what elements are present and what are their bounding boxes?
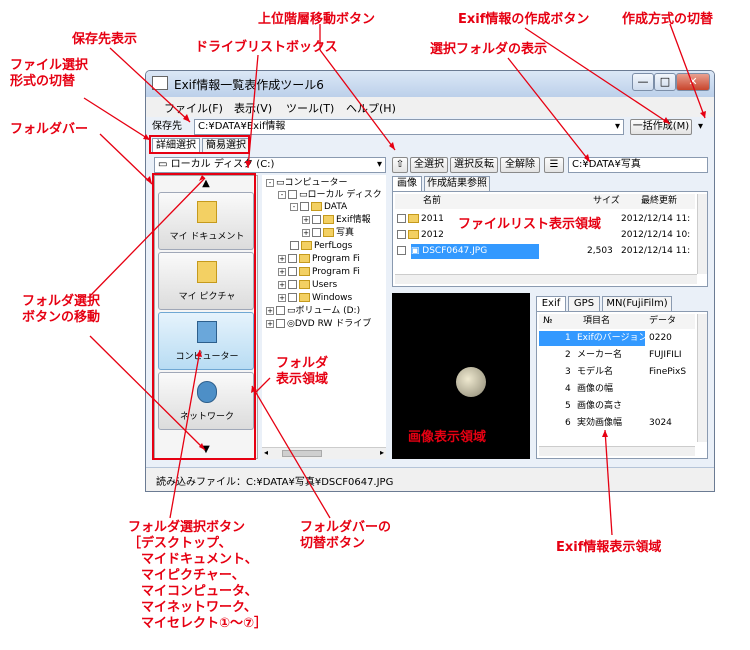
label-folder-select-btn: フォルダ選択ボタン ［デスクトップ、 マイドキュメント、 マイピクチャー、 マイ…	[128, 520, 268, 631]
label-up-level: 上位階層移動ボタン	[258, 12, 376, 27]
label-selected-folder: 選択フォルダの表示	[430, 42, 548, 57]
label-file-format-switch: ファイル選択 形式の切替	[10, 58, 89, 89]
label-save-location: 保存先表示	[72, 32, 138, 47]
label-folder-bar: フォルダバー	[10, 122, 89, 137]
label-image-display: 画像表示領域	[408, 430, 487, 445]
label-exif-create: Exif情報の作成ボタン	[458, 12, 590, 27]
label-folder-btn-move: フォルダ選択 ボタンの移動	[22, 294, 101, 325]
label-folder-bar-switch: フォルダバーの 切替ボタン	[300, 520, 392, 551]
label-folder-display: フォルダ 表示領域	[276, 356, 329, 387]
label-create-method: 作成方式の切替	[622, 12, 714, 27]
label-file-list-area: ファイルリスト表示領域	[458, 217, 602, 232]
label-exif-display: Exif情報表示領域	[556, 540, 662, 555]
label-drive-listbox: ドライブリストボックス	[195, 40, 338, 55]
